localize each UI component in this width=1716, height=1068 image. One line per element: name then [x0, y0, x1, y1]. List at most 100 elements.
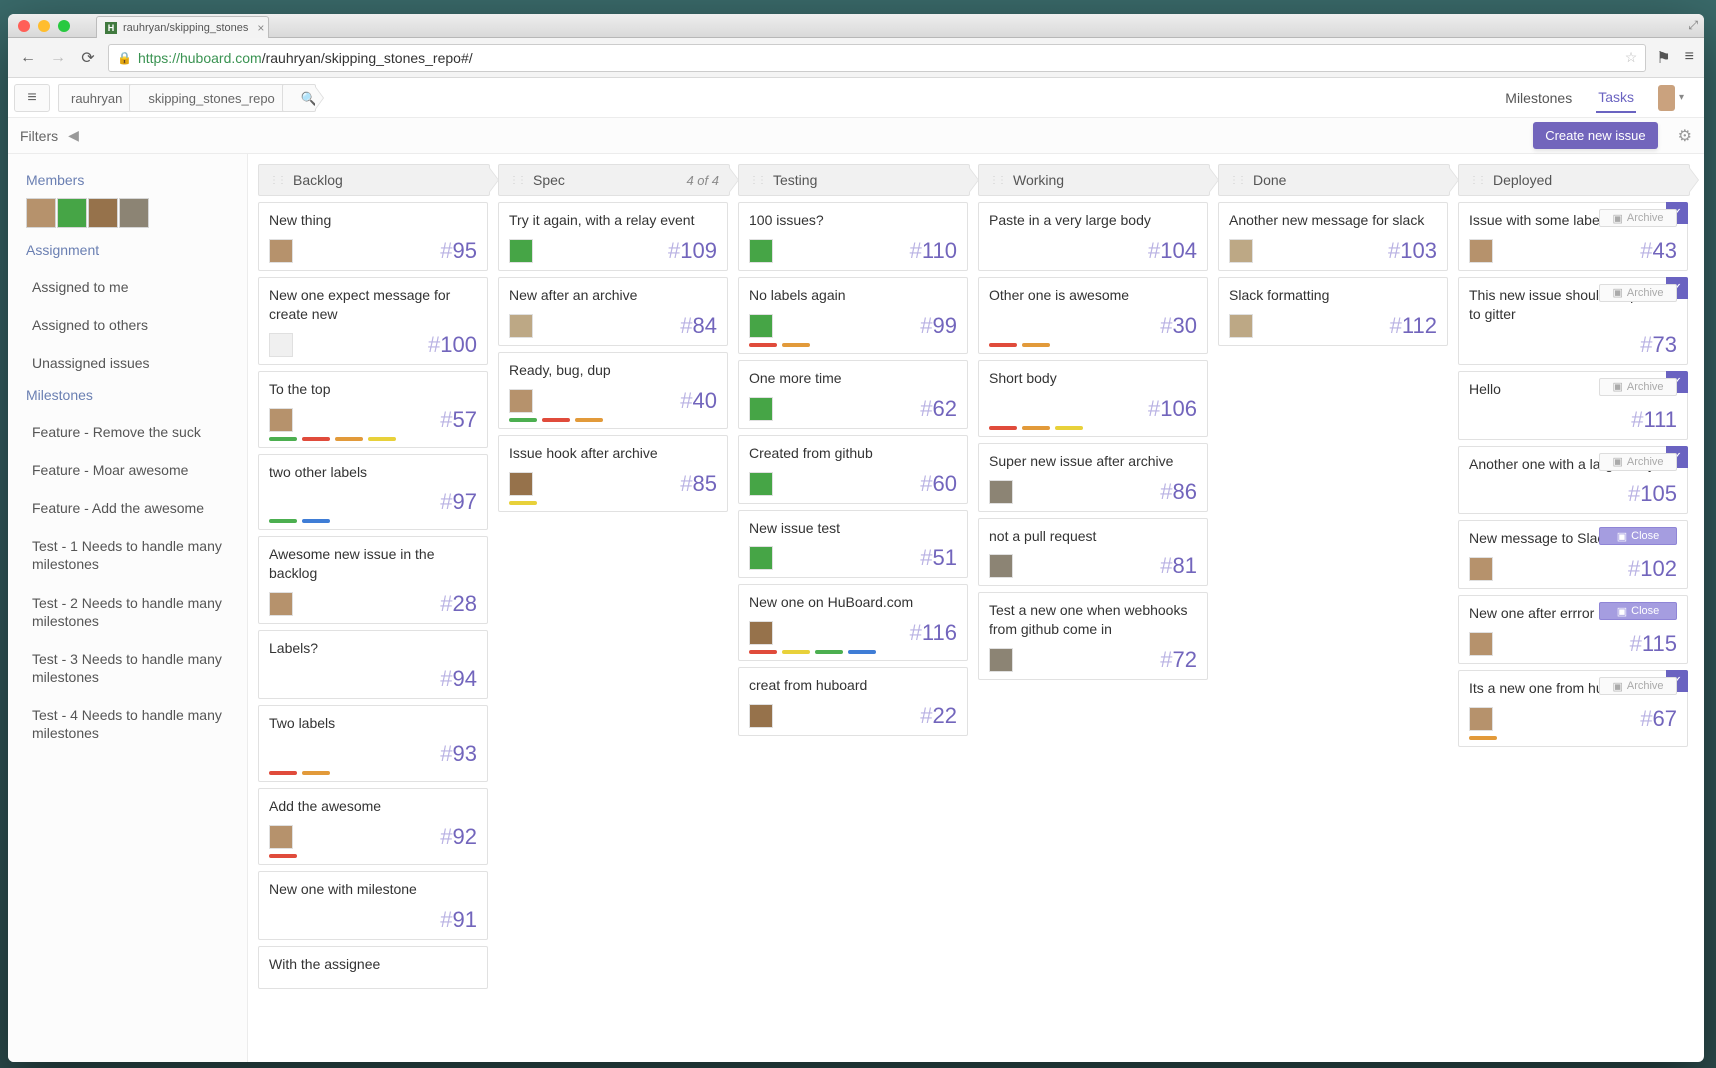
sidebar-milestone-item[interactable]: Feature - Add the awesome: [26, 489, 239, 527]
label-swatch[interactable]: [815, 650, 843, 654]
assignee-avatar[interactable]: [1469, 557, 1493, 581]
issue-card[interactable]: Test a new one when webhooks from github…: [978, 592, 1208, 680]
forward-icon[interactable]: →: [48, 49, 68, 67]
issue-card[interactable]: No labels again#99: [738, 277, 968, 354]
assignee-avatar[interactable]: [509, 389, 533, 413]
assignee-avatar[interactable]: [1469, 239, 1493, 263]
column-header[interactable]: ⋮⋮Spec4 of 4: [498, 164, 730, 196]
close-pill[interactable]: ▣Close: [1599, 602, 1677, 620]
label-swatch[interactable]: [1022, 343, 1050, 347]
label-swatch[interactable]: [749, 343, 777, 347]
assignee-avatar[interactable]: [269, 239, 293, 263]
close-window-button[interactable]: [18, 20, 30, 32]
issue-card[interactable]: With the assignee: [258, 946, 488, 989]
label-swatch[interactable]: [302, 519, 330, 523]
reload-icon[interactable]: ⟳: [78, 48, 98, 68]
assignee-avatar[interactable]: [1469, 632, 1493, 656]
issue-card[interactable]: Two labels#93: [258, 705, 488, 782]
issue-card[interactable]: New thing#95: [258, 202, 488, 271]
sidebar-milestone-item[interactable]: Feature - Moar awesome: [26, 451, 239, 489]
nav-tasks[interactable]: Tasks: [1596, 83, 1636, 113]
issue-card[interactable]: Paste in a very large body#104: [978, 202, 1208, 271]
issue-card[interactable]: Add the awesome#92: [258, 788, 488, 865]
issue-card[interactable]: Issue hook after archive#85: [498, 435, 728, 512]
sidebar-milestone-item[interactable]: Test - 2 Needs to handle many milestones: [26, 584, 239, 640]
issue-card[interactable]: ▣CloseNew message to Slack#102: [1458, 520, 1688, 589]
issue-card[interactable]: ✓▣ArchiveIssue with some labels#43: [1458, 202, 1688, 271]
archive-pill[interactable]: ▣Archive: [1599, 677, 1677, 695]
label-swatch[interactable]: [269, 854, 297, 858]
nav-milestones[interactable]: Milestones: [1503, 84, 1574, 112]
issue-card[interactable]: New one on HuBoard.com#116: [738, 584, 968, 661]
issue-card[interactable]: Ready, bug, dup#40: [498, 352, 728, 429]
drag-grip-icon[interactable]: ⋮⋮: [989, 175, 1005, 186]
issue-card[interactable]: Slack formatting#112: [1218, 277, 1448, 346]
label-swatch[interactable]: [989, 343, 1017, 347]
url-input[interactable]: 🔒 https://huboard.com/rauhryan/skipping_…: [108, 44, 1646, 72]
issue-card[interactable]: Labels?#94: [258, 630, 488, 699]
assignee-avatar[interactable]: [749, 397, 773, 421]
sidebar-milestone-item[interactable]: Test - 3 Needs to handle many milestones: [26, 640, 239, 696]
issue-card[interactable]: ✓▣ArchiveIts a new one from huboard#67: [1458, 670, 1688, 747]
issue-card[interactable]: One more time#62: [738, 360, 968, 429]
label-swatch[interactable]: [848, 650, 876, 654]
assignee-avatar[interactable]: [749, 239, 773, 263]
label-swatch[interactable]: [335, 437, 363, 441]
fullscreen-icon[interactable]: ⤢: [1688, 18, 1698, 33]
issue-card[interactable]: not a pull request#81: [978, 518, 1208, 587]
issue-card[interactable]: ✓▣ArchiveThis new issue should be pushed…: [1458, 277, 1688, 365]
assignee-avatar[interactable]: [269, 333, 293, 357]
assignee-avatar[interactable]: [509, 239, 533, 263]
assignee-avatar[interactable]: [749, 472, 773, 496]
member-avatar[interactable]: [26, 198, 56, 228]
sidebar-milestone-item[interactable]: Test - 1 Needs to handle many milestones: [26, 527, 239, 583]
browser-tab[interactable]: H rauhryan/skipping_stones ×: [96, 16, 269, 38]
assignee-avatar[interactable]: [749, 546, 773, 570]
browser-menu-icon[interactable]: ≡: [1685, 48, 1694, 68]
zoom-window-button[interactable]: [58, 20, 70, 32]
issue-card[interactable]: two other labels#97: [258, 454, 488, 531]
issue-card[interactable]: Created from github#60: [738, 435, 968, 504]
issue-card[interactable]: New after an archive#84: [498, 277, 728, 346]
assignee-avatar[interactable]: [1229, 314, 1253, 338]
label-swatch[interactable]: [749, 650, 777, 654]
member-avatar[interactable]: [88, 198, 118, 228]
issue-card[interactable]: Awesome new issue in the backlog#28: [258, 536, 488, 624]
label-swatch[interactable]: [542, 418, 570, 422]
column-header[interactable]: ⋮⋮Deployed: [1458, 164, 1690, 196]
issue-card[interactable]: To the top#57: [258, 371, 488, 448]
issue-card[interactable]: Super new issue after archive#86: [978, 443, 1208, 512]
drag-grip-icon[interactable]: ⋮⋮: [509, 175, 525, 186]
extension-icon[interactable]: ⚑: [1656, 48, 1670, 68]
label-swatch[interactable]: [269, 437, 297, 441]
issue-card[interactable]: creat from huboard#22: [738, 667, 968, 736]
assignee-avatar[interactable]: [1229, 239, 1253, 263]
filters-label[interactable]: Filters: [20, 128, 58, 144]
sidebar-assignment-item[interactable]: Assigned to me: [26, 268, 239, 306]
issue-card[interactable]: ✓▣ArchiveHello#111: [1458, 371, 1688, 440]
assignee-avatar[interactable]: [749, 621, 773, 645]
sidebar-assignment-item[interactable]: Unassigned issues: [26, 344, 239, 382]
assignee-avatar[interactable]: [269, 825, 293, 849]
archive-pill[interactable]: ▣Archive: [1599, 378, 1677, 396]
collapse-filters-icon[interactable]: ◀: [68, 127, 79, 144]
member-avatar[interactable]: [57, 198, 87, 228]
close-pill[interactable]: ▣Close: [1599, 527, 1677, 545]
assignee-avatar[interactable]: [509, 472, 533, 496]
bookmark-star-icon[interactable]: ☆: [1625, 49, 1638, 66]
label-swatch[interactable]: [509, 418, 537, 422]
label-swatch[interactable]: [509, 501, 537, 505]
assignee-avatar[interactable]: [989, 554, 1013, 578]
drag-grip-icon[interactable]: ⋮⋮: [1229, 175, 1245, 186]
issue-card[interactable]: Other one is awesome#30: [978, 277, 1208, 354]
crumb-search[interactable]: 🔍: [282, 84, 316, 112]
assignee-avatar[interactable]: [1469, 707, 1493, 731]
tab-close-icon[interactable]: ×: [257, 21, 264, 35]
sidebar-milestone-item[interactable]: Test - 4 Needs to handle many milestones: [26, 696, 239, 752]
label-swatch[interactable]: [269, 771, 297, 775]
drag-grip-icon[interactable]: ⋮⋮: [1469, 175, 1485, 186]
archive-pill[interactable]: ▣Archive: [1599, 209, 1677, 227]
column-header[interactable]: ⋮⋮Testing: [738, 164, 970, 196]
back-icon[interactable]: ←: [18, 49, 38, 67]
assignee-avatar[interactable]: [749, 314, 773, 338]
